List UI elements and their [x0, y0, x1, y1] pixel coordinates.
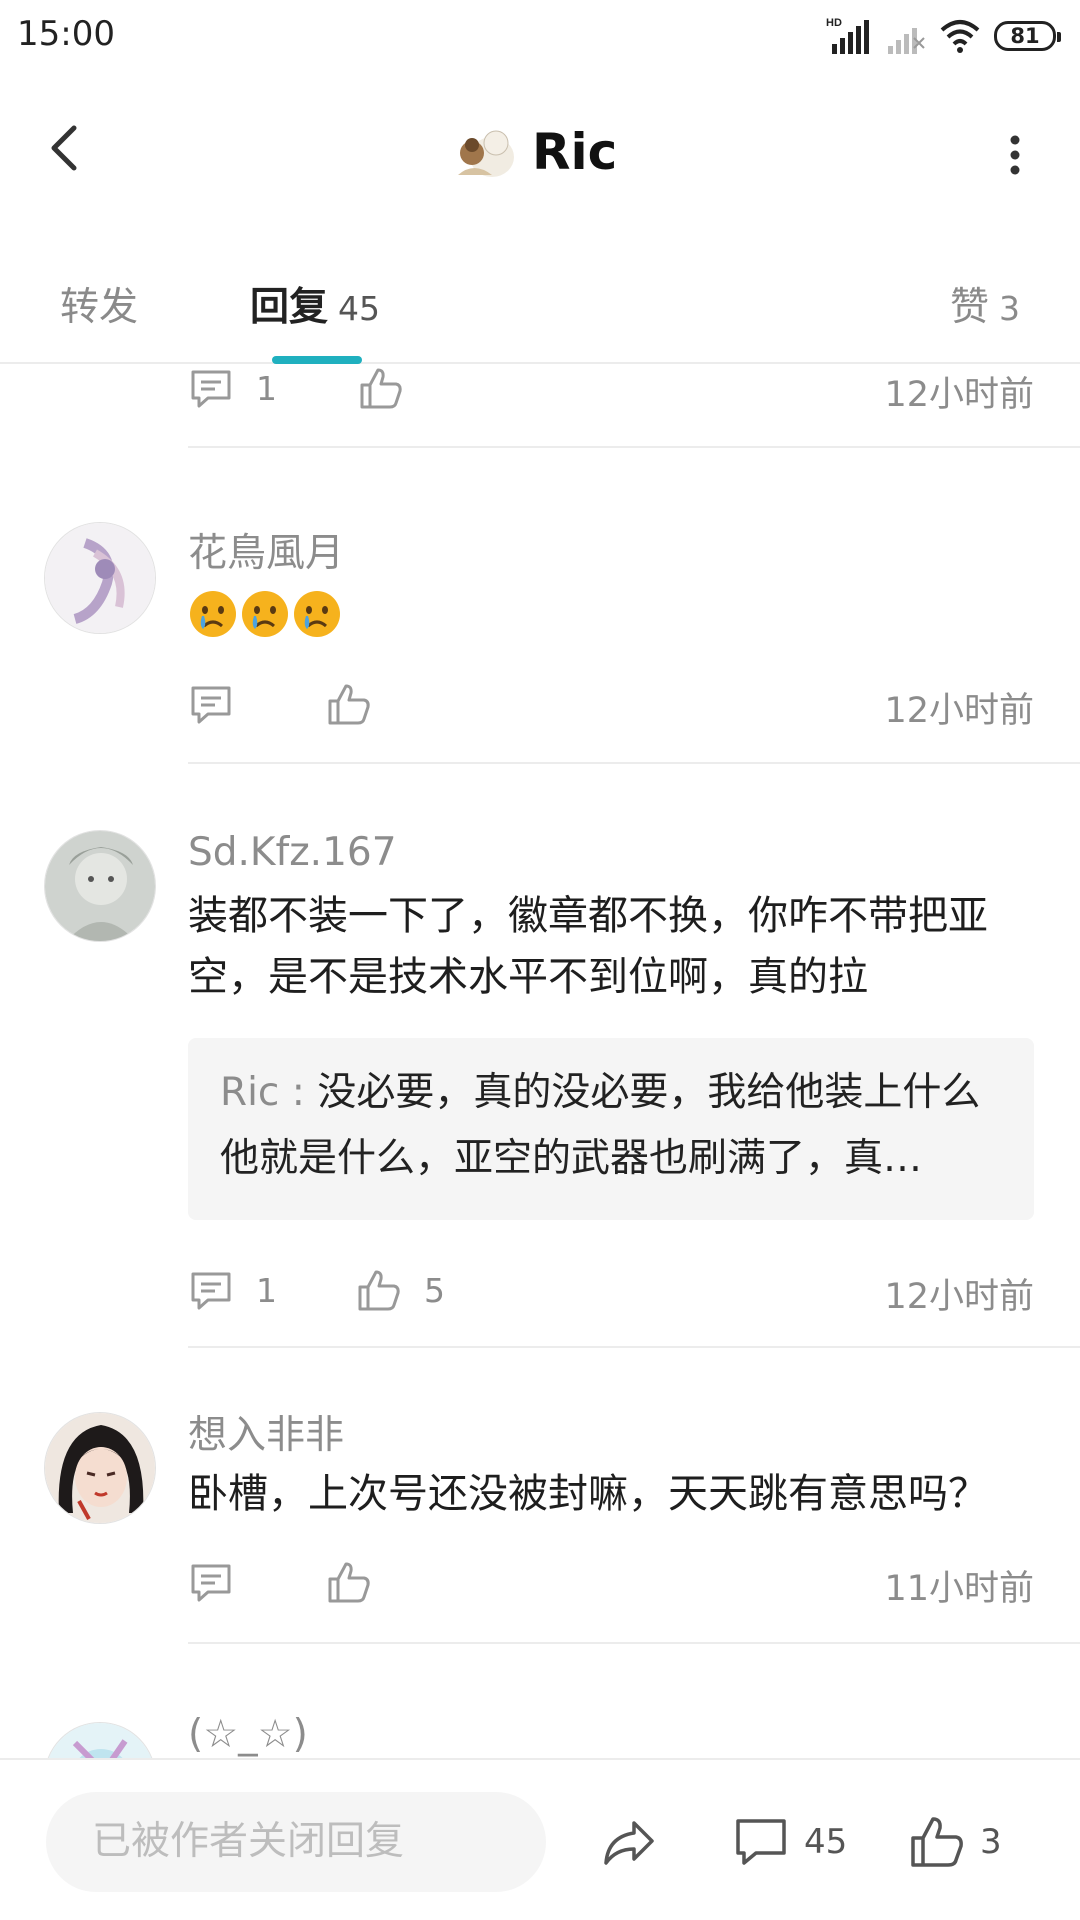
tab-forward-label: 转发 — [60, 285, 139, 330]
wifi-icon — [940, 20, 980, 53]
reply-count: 1 — [256, 1270, 277, 1310]
thumbs-up-icon — [360, 368, 402, 409]
reply-button[interactable]: 1 — [188, 1260, 277, 1320]
page-title: Ric — [532, 123, 618, 181]
like-button[interactable] — [358, 364, 426, 418]
signal-weak-icon — [888, 28, 925, 54]
tab-like[interactable]: 赞3 — [950, 276, 1020, 332]
comment-icon — [191, 686, 231, 724]
share-button[interactable] — [600, 1800, 658, 1884]
status-bar: 15:00 HD 81 — [0, 0, 1080, 72]
quoted-author[interactable]: Ric — [220, 1070, 279, 1115]
reply-count: 1 — [256, 368, 277, 408]
comment-icon — [191, 1272, 231, 1310]
divider — [188, 1642, 1080, 1644]
comment-actions: 11小时前 — [188, 1552, 1034, 1612]
comment-icon — [191, 370, 231, 408]
reply-input-disabled: 已被作者关闭回复 — [46, 1792, 546, 1892]
divider — [188, 1346, 1080, 1348]
thumbs-up-icon — [358, 1270, 400, 1311]
author-avatar — [458, 130, 514, 177]
thumbs-up-icon — [328, 1562, 370, 1603]
svg-text:HD: HD — [826, 17, 842, 29]
more-icon[interactable] — [1000, 130, 1030, 180]
thumbs-up-icon — [911, 1817, 963, 1867]
crying-face-emoji — [294, 591, 340, 637]
like-button[interactable] — [326, 1552, 394, 1612]
tab-reply[interactable]: 回复 45 — [250, 276, 380, 332]
reply-button[interactable] — [188, 674, 256, 734]
comment-time: 12小时前 — [884, 1277, 1034, 1317]
avatar[interactable] — [44, 1722, 156, 1758]
comment-actions: 12小时前 — [188, 674, 1034, 734]
quoted-reply[interactable]: Ric : 没必要，真的没必要，我给他装上什么他就是什么，亚空的武器也刷满了，真… — [188, 1038, 1034, 1220]
comment-actions: 1 5 12小时前 — [188, 1260, 1034, 1320]
comment-text: 装都不装一下了，徽章都不换，你咋不带把亚空，是不是技术水平不到位啊，真的拉 — [188, 893, 988, 1000]
tab-reply-label: 回复 — [250, 285, 329, 330]
avatar[interactable] — [44, 1412, 156, 1524]
divider — [188, 446, 1080, 448]
tab-bar: 转发 回复 45 赞3 — [0, 242, 1080, 364]
author-title[interactable]: Ric — [452, 120, 617, 184]
comment-author[interactable]: Sd.Kfz.167 — [188, 830, 397, 875]
comment-list[interactable]: 1 12小时前 花鳥風月 😢😢😢 — [0, 364, 1080, 1758]
bottom-comment-count: 45 — [804, 1822, 848, 1862]
comment-author[interactable]: 想入非非 — [188, 1404, 344, 1460]
comment-content: 😢😢😢 — [188, 582, 1038, 643]
tab-reply-count: 45 — [338, 289, 381, 328]
quote-separator: : — [279, 1070, 318, 1115]
bottom-like-count: 3 — [980, 1822, 1002, 1862]
like-button[interactable] — [326, 674, 394, 734]
crying-face-emoji — [190, 591, 236, 637]
tab-like-label: 赞 — [949, 285, 989, 330]
tab-like-count: 3 — [999, 289, 1020, 328]
share-icon — [604, 1821, 654, 1865]
thumbs-up-icon — [328, 684, 370, 725]
comment-author[interactable]: 花鳥風月 — [188, 522, 344, 578]
comment-actions: 1 12小时前 — [188, 364, 1034, 418]
bottom-action-bar: 已被作者关闭回复 45 3 — [0, 1758, 1080, 1920]
reply-button[interactable]: 1 — [188, 364, 277, 418]
top-app-bar: Ric — [0, 72, 1080, 242]
like-button[interactable]: 3 — [908, 1800, 1002, 1884]
avatar[interactable] — [44, 830, 156, 942]
comment-time: 11小时前 — [884, 1569, 1034, 1609]
comment-text: 卧槽，上次号还没被封嘛，天天跳有意思吗？ — [188, 1471, 988, 1517]
comment-icon — [736, 1819, 786, 1865]
comment-time: 12小时前 — [884, 691, 1034, 731]
comment-time: 12小时前 — [884, 375, 1034, 415]
battery-indicator: 81 — [994, 21, 1061, 51]
reply-button[interactable] — [188, 1552, 256, 1612]
avatar[interactable] — [44, 522, 156, 634]
status-icons: HD 81 — [826, 14, 1061, 58]
active-tab-indicator — [272, 356, 362, 364]
divider — [188, 762, 1080, 764]
comment-author[interactable]: (☆_☆) — [188, 1712, 308, 1757]
comment-button[interactable]: 45 — [732, 1800, 847, 1884]
comment-icon — [191, 1564, 231, 1602]
back-arrow-icon[interactable] — [36, 118, 96, 178]
signal-hd-icon: HD — [826, 17, 869, 54]
crying-face-emoji — [242, 591, 288, 637]
like-count: 5 — [424, 1270, 445, 1310]
quoted-text: 没必要，真的没必要，我给他装上什么他就是什么，亚空的武器也刷满了，真… — [220, 1070, 981, 1181]
status-time: 15:00 — [17, 14, 115, 54]
tab-forward[interactable]: 转发 — [60, 276, 138, 332]
like-button[interactable]: 5 — [356, 1260, 445, 1320]
